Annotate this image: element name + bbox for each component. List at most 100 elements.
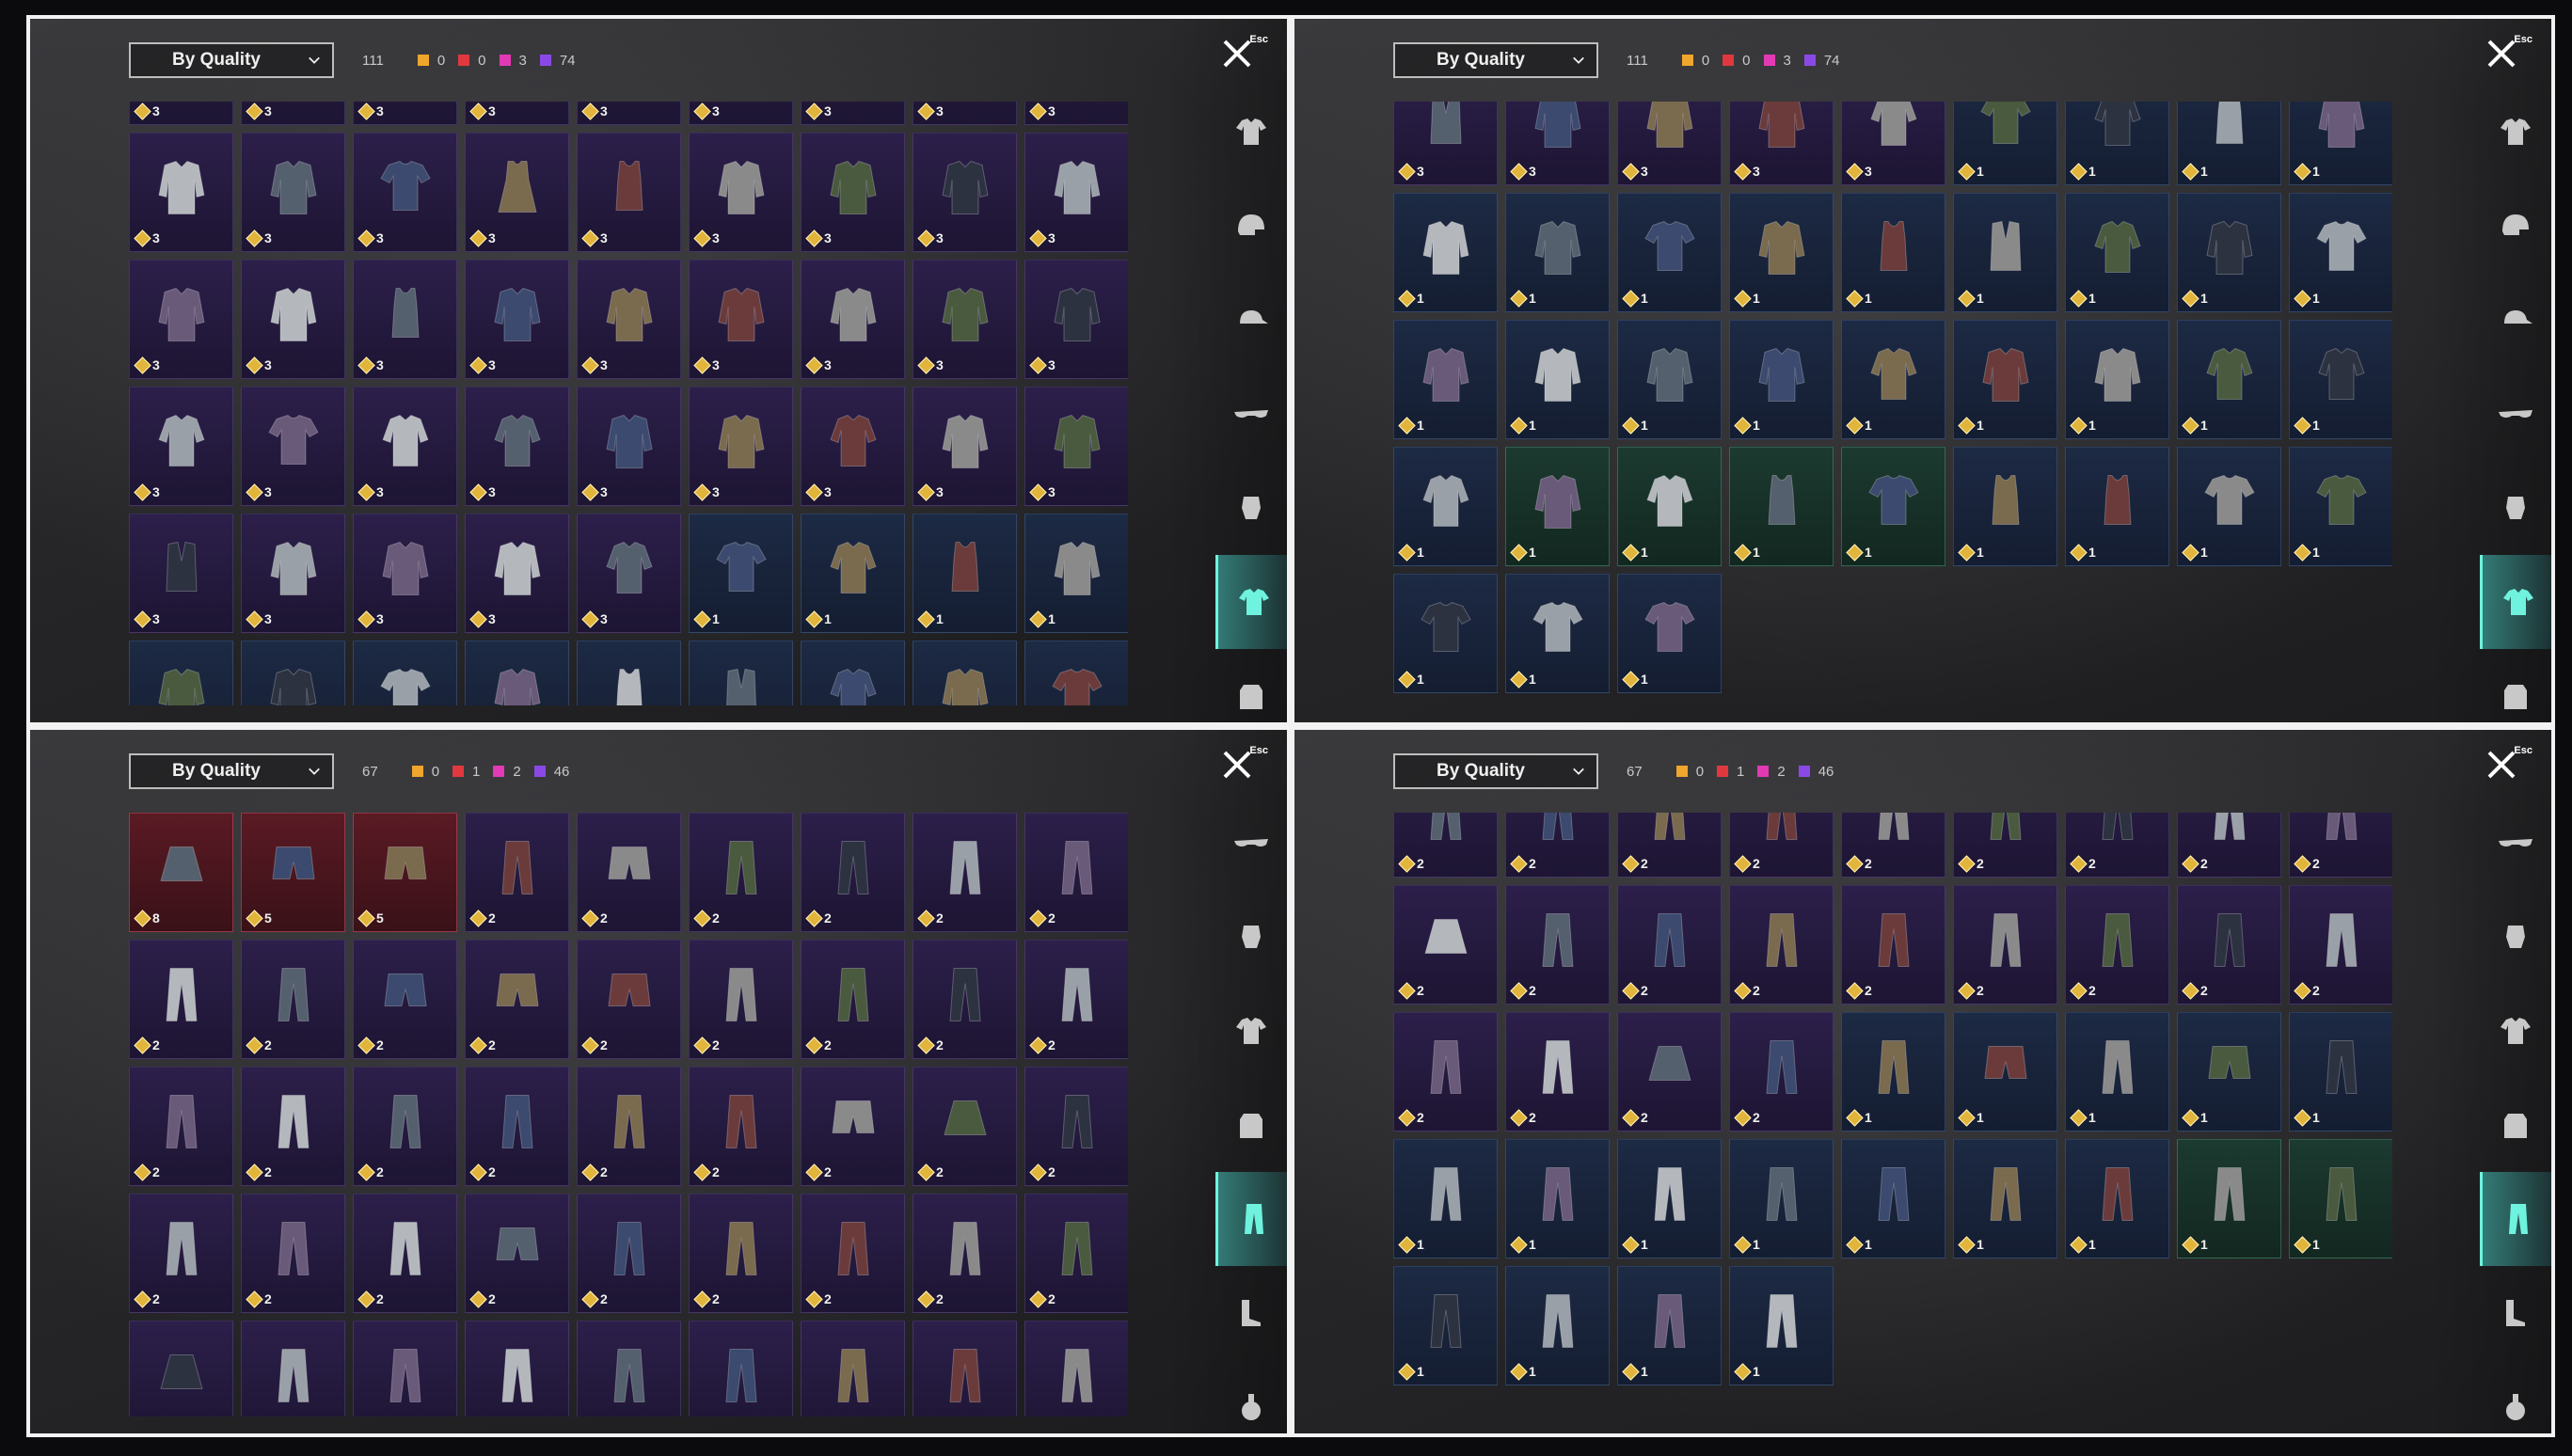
item-slot[interactable]: 1 [1953,193,2057,312]
sort-dropdown[interactable]: By Quality [1393,753,1598,789]
item-slot[interactable]: 3 [801,387,905,506]
item-slot[interactable]: 1 [2289,102,2392,185]
item-slot[interactable]: 2 [1024,1321,1128,1416]
category-tab-cap[interactable] [2480,273,2551,367]
category-tab-helmet[interactable] [1215,179,1287,273]
item-slot[interactable]: 2 [2289,885,2392,1005]
close-button[interactable]: Esc [1221,745,1268,783]
item-slot[interactable]: 2 [1024,940,1128,1059]
item-slot[interactable]: 3 [241,260,345,379]
item-slot[interactable]: 2 [1841,813,1945,878]
item-slot[interactable]: 1 [1617,1139,1722,1258]
item-slot[interactable]: 1 [689,641,793,705]
item-slot[interactable]: 3 [353,387,457,506]
item-slot[interactable]: 2 [689,1194,793,1313]
item-slot[interactable]: 3 [577,260,681,379]
item-slot[interactable]: 3 [465,133,569,252]
item-slot[interactable]: 3 [1729,102,1834,185]
item-slot[interactable]: 1 [1393,447,1498,566]
item-slot[interactable]: 3 [689,102,793,125]
item-slot[interactable]: 2 [577,813,681,932]
item-slot[interactable]: 2 [1393,813,1498,878]
item-slot[interactable]: 1 [2177,193,2281,312]
item-slot[interactable]: 3 [241,387,345,506]
item-slot[interactable]: 2 [801,1067,905,1186]
item-slot[interactable]: 1 [1505,1266,1610,1385]
item-slot[interactable]: 1 [465,641,569,705]
item-slot[interactable]: 2 [1024,1067,1128,1186]
item-slot[interactable]: 3 [577,387,681,506]
item-slot[interactable]: 3 [241,514,345,633]
category-tab-top[interactable] [2480,984,2551,1078]
item-slot[interactable]: 2 [801,1194,905,1313]
item-slot[interactable]: 1 [1393,320,1498,439]
item-slot[interactable]: 1 [801,641,905,705]
item-slot[interactable]: 2 [689,1067,793,1186]
item-slot[interactable]: 2 [353,940,457,1059]
item-slot[interactable]: 2 [1024,813,1128,932]
item-slot[interactable]: 3 [1505,102,1610,185]
item-slot[interactable]: 3 [241,102,345,125]
item-slot[interactable]: 1 [1505,193,1610,312]
item-slot[interactable]: 2 [129,940,233,1059]
item-slot[interactable]: 3 [129,387,233,506]
item-slot[interactable]: 3 [1393,102,1498,185]
item-slot[interactable]: 3 [577,102,681,125]
category-tab-backpack[interactable] [1215,1078,1287,1172]
item-slot[interactable]: 2 [577,940,681,1059]
item-slot[interactable]: 1 [1617,447,1722,566]
item-slot[interactable]: 3 [1841,102,1945,185]
category-tab-top[interactable] [2480,555,2551,649]
item-slot[interactable]: 1 [1953,447,2057,566]
category-tab-top[interactable] [1215,984,1287,1078]
item-slot[interactable]: 3 [801,102,905,125]
item-slot[interactable]: 3 [577,514,681,633]
item-grid-viewport[interactable]: 3 3 3 3 3 3 3 3 3 3 3 3 3 3 3 3 3 3 3 3 3 3 3 3 3 3 3 3 3 3 3 3 3 3 3 3 3 3 3 3… [129,102,1128,705]
item-slot[interactable]: 2 [1024,1194,1128,1313]
item-slot[interactable]: 2 [913,1194,1017,1313]
category-tab-glasses[interactable] [2480,367,2551,461]
item-slot[interactable]: 1 [2177,447,2281,566]
category-tab-mask[interactable] [1215,461,1287,555]
item-slot[interactable]: 1 [2065,447,2169,566]
item-slot[interactable]: 1 [1953,102,2057,185]
item-slot[interactable]: 2 [689,813,793,932]
item-slot[interactable]: 2 [353,1194,457,1313]
item-slot[interactable]: 2 [577,1321,681,1416]
item-slot[interactable]: 5 [353,813,457,932]
item-slot[interactable]: 1 [2065,1012,2169,1132]
item-slot[interactable]: 1 [1393,193,1498,312]
item-slot[interactable]: 2 [689,940,793,1059]
item-slot[interactable]: 2 [1729,813,1834,878]
item-slot[interactable]: 1 [1841,193,1945,312]
item-slot[interactable]: 1 [353,641,457,705]
item-slot[interactable]: 2 [241,940,345,1059]
item-slot[interactable]: 2 [2289,813,2392,878]
category-tab-shirt[interactable] [2480,85,2551,179]
item-slot[interactable]: 1 [913,514,1017,633]
item-slot[interactable]: 3 [353,260,457,379]
item-slot[interactable]: 1 [1841,320,1945,439]
item-slot[interactable]: 2 [465,1194,569,1313]
item-slot[interactable]: 3 [465,102,569,125]
sort-dropdown[interactable]: By Quality [1393,42,1598,78]
item-slot[interactable]: 2 [353,1067,457,1186]
category-tab-glasses[interactable] [1215,796,1287,890]
item-grid-viewport[interactable]: 8 5 5 2 2 2 2 2 2 2 2 2 2 2 2 2 2 2 2 2 2 2 2 2 2 2 2 2 2 2 2 2 2 2 2 2 2 2 2 2… [129,813,1128,1416]
item-slot[interactable]: 2 [1505,813,1610,878]
category-tab-pants[interactable] [2480,1172,2551,1266]
item-slot[interactable]: 1 [2065,193,2169,312]
category-tab-backpack[interactable] [1215,649,1287,722]
item-slot[interactable]: 3 [129,133,233,252]
item-slot[interactable]: 1 [1729,447,1834,566]
item-slot[interactable]: 2 [1505,885,1610,1005]
item-slot[interactable]: 3 [465,514,569,633]
category-tab-mask[interactable] [2480,461,2551,555]
item-slot[interactable]: 5 [241,813,345,932]
item-slot[interactable]: 2 [1617,813,1722,878]
close-button[interactable]: Esc [2485,745,2532,783]
item-slot[interactable]: 1 [1729,193,1834,312]
item-slot[interactable]: 3 [1617,102,1722,185]
item-slot[interactable]: 3 [241,133,345,252]
item-slot[interactable]: 2 [465,940,569,1059]
